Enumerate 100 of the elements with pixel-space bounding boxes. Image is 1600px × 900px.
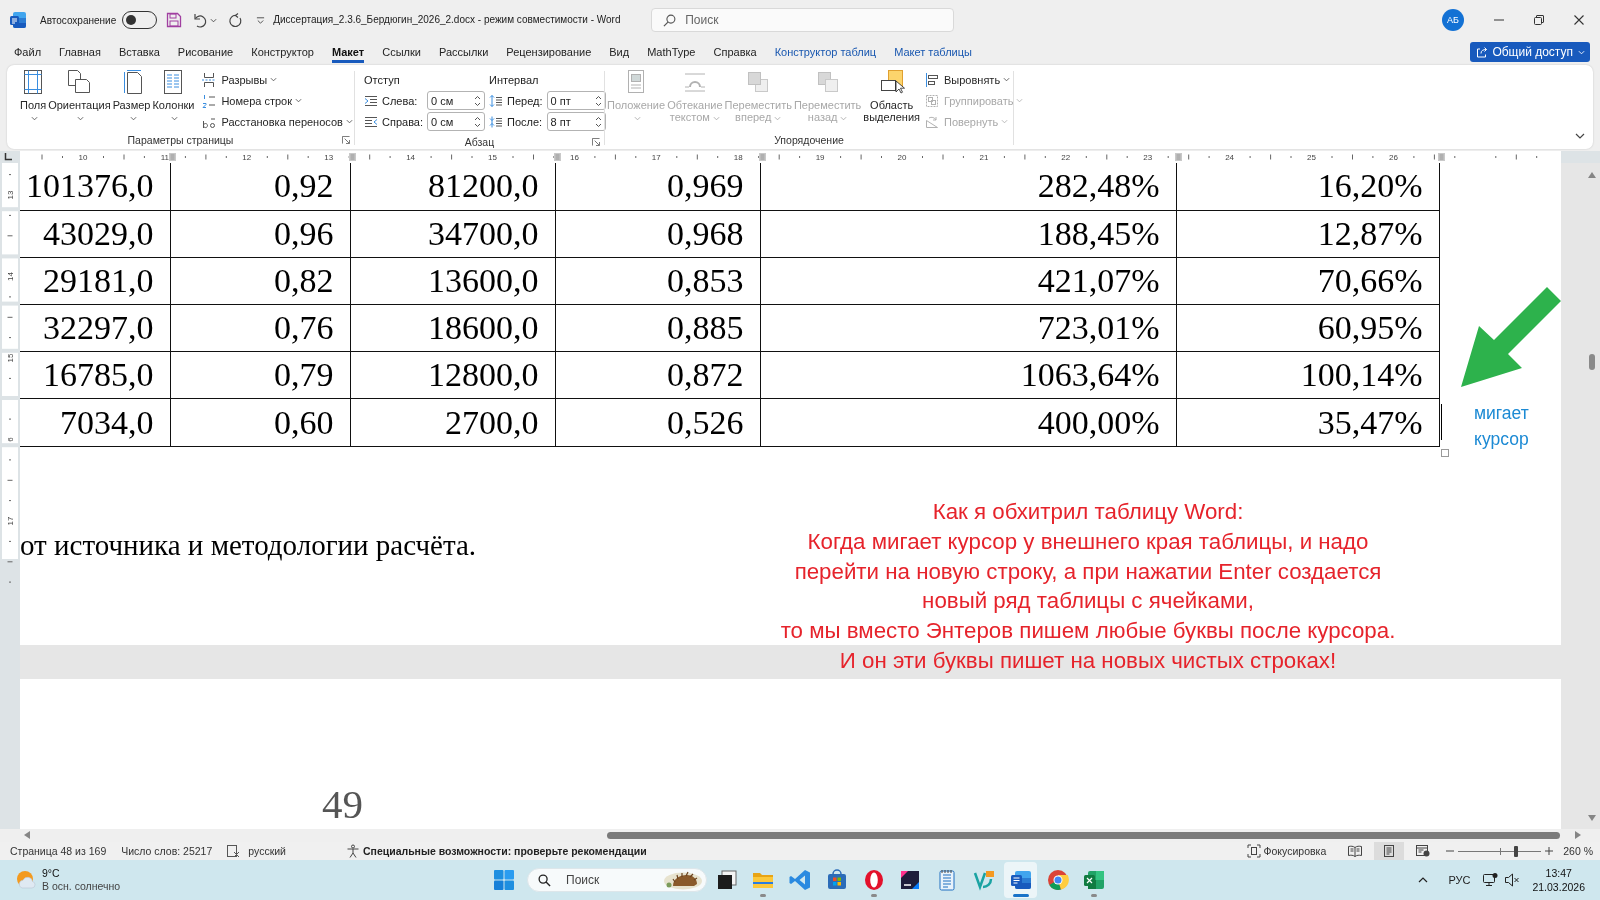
spin-field[interactable]: 0 см	[427, 112, 486, 131]
column-marker-icon[interactable]	[759, 153, 766, 161]
annotation-note: мигает курсор	[1474, 402, 1529, 451]
close-icon[interactable]	[1573, 14, 1585, 26]
scroll-up-icon[interactable]	[1588, 172, 1596, 178]
ruler-number: 17	[651, 153, 661, 162]
row-marker-icon[interactable]	[2, 348, 18, 353]
ribbon-tab[interactable]: Конструктор	[242, 40, 323, 64]
row-marker-icon[interactable]	[2, 443, 18, 448]
column-marker-icon[interactable]	[1438, 153, 1445, 161]
clock-date[interactable]: 21.03.2026	[1532, 880, 1585, 894]
page-count[interactable]: Страница 48 из 169	[10, 845, 107, 857]
row-marker-icon[interactable]	[2, 207, 18, 212]
size-button[interactable]: Размер	[111, 67, 152, 123]
breaks-button[interactable]: Разрывы	[200, 69, 355, 90]
spin-arrows-icon[interactable]	[474, 114, 482, 129]
spin-arrows-icon[interactable]	[594, 93, 602, 108]
document-logo-icon	[1009, 869, 1032, 891]
columns-button[interactable]: Колонки	[151, 67, 196, 123]
ribbon-tab[interactable]: Рассылки	[429, 40, 498, 64]
column-marker-icon[interactable]	[349, 153, 356, 161]
row-marker-icon[interactable]	[2, 254, 18, 259]
vertical-ruler[interactable]: 13 14 15 6 17	[0, 163, 20, 829]
search-field[interactable]: Поиск	[651, 8, 955, 32]
group-icon	[925, 93, 939, 108]
input-language[interactable]: РУС	[1448, 874, 1471, 886]
chevron-down-icon	[840, 115, 848, 121]
align-button[interactable]: Выровнять	[923, 69, 1026, 90]
caret-icon[interactable]	[210, 17, 218, 23]
text-cursor	[1441, 404, 1442, 440]
dialog-launcher-icon[interactable]	[342, 136, 350, 144]
accessibility-status[interactable]: Специальные возможности: проверьте рекомендации	[362, 845, 647, 857]
proofing-icon[interactable]	[226, 844, 241, 858]
word-count[interactable]: Число слов: 25217	[121, 845, 213, 857]
chevron-down-icon	[77, 115, 85, 121]
clock-time[interactable]: 13:47	[1545, 866, 1572, 880]
scroll-left-icon[interactable]	[24, 831, 30, 839]
start-icon[interactable]	[493, 869, 515, 891]
chevron-down-icon	[1001, 119, 1009, 124]
speaker-muted-icon[interactable]	[1504, 872, 1521, 888]
scroll-down-icon[interactable]	[1588, 815, 1596, 821]
undo-icon[interactable]	[191, 12, 208, 28]
ribbon-tab[interactable]: Вид	[600, 40, 639, 64]
share-button[interactable]: Общий доступ	[1470, 42, 1590, 62]
zoom-level[interactable]: 260 %	[1563, 845, 1593, 857]
scroll-right-icon[interactable]	[1575, 831, 1581, 839]
share-icon	[1476, 46, 1489, 58]
ribbon-tab[interactable]: Рисование	[168, 40, 243, 64]
scrollbar-thumb[interactable]	[607, 832, 1560, 839]
collapse-ribbon-icon[interactable]	[1575, 133, 1585, 139]
column-marker-icon[interactable]	[1175, 153, 1182, 161]
ribbon-tab[interactable]: Рецензирование	[497, 40, 601, 64]
network-icon[interactable]	[1482, 872, 1499, 888]
ribbon-tab[interactable]: Вставка	[109, 40, 169, 64]
ribbon-tab[interactable]: Файл	[5, 40, 51, 64]
chevron-up-icon[interactable]	[1418, 877, 1429, 883]
focus-button[interactable]: Фокусировка	[1263, 845, 1327, 857]
rotate-icon	[925, 114, 939, 129]
tab-selector-icon[interactable]	[4, 153, 12, 161]
print-layout-button[interactable]	[1374, 842, 1405, 860]
spin-arrows-icon[interactable]	[474, 93, 482, 108]
spin-arrows-icon[interactable]	[594, 114, 602, 129]
save-icon[interactable]	[166, 12, 183, 28]
column-marker-icon[interactable]	[169, 153, 176, 161]
restore-icon[interactable]	[1533, 14, 1545, 26]
row-marker-icon[interactable]	[2, 396, 18, 400]
user-avatar[interactable]: АБ	[1442, 9, 1464, 31]
zoom-out-icon[interactable]	[1446, 847, 1455, 855]
temperature-text: 9°C	[42, 867, 61, 880]
language-indicator[interactable]: русский	[248, 845, 286, 857]
margins-button[interactable]: Поля	[19, 67, 48, 123]
ring-logo-icon	[862, 869, 885, 891]
ribbon-tab[interactable]: Конструктор таблиц	[765, 40, 886, 64]
row-marker-icon[interactable]	[2, 301, 18, 306]
table-cell: 188,45%	[760, 210, 1176, 258]
spin-field[interactable]: 0 см	[427, 91, 486, 110]
orientation-button[interactable]: Ориентация	[47, 67, 112, 123]
ribbon-tab[interactable]: MathType	[638, 40, 705, 64]
ribbon-tab[interactable]: Главная	[50, 40, 110, 64]
column-marker-icon[interactable]	[554, 153, 561, 161]
horizontal-ruler[interactable]: 10 11 12 13 14 15 16 17 18 19 20 21 22 23 24 25 26	[20, 151, 1561, 163]
hyphenation-button[interactable]: Расстановка переносов	[200, 111, 355, 132]
search-icon	[538, 873, 551, 887]
customize-icon[interactable]	[256, 15, 266, 25]
selection-pane-button[interactable]: Область выделения	[862, 67, 921, 123]
ribbon-tab[interactable]: Ссылки	[373, 40, 430, 64]
table-cell: 70,66%	[1176, 257, 1439, 305]
ribbon-tab[interactable]: Макет таблицы	[885, 40, 981, 64]
taskbar-search-field[interactable]: Поиск	[527, 868, 707, 892]
scrollbar-thumb[interactable]	[1589, 354, 1595, 370]
annotation-text: то мы вместо Энтеров пишем любые буквы после курсора.	[780, 617, 1396, 646]
slider-thumb[interactable]	[1514, 845, 1519, 857]
line-numbers-button[interactable]: Номера строк	[200, 90, 355, 111]
dialog-launcher-icon[interactable]	[592, 138, 600, 147]
accessibility-icon[interactable]	[345, 844, 360, 858]
chevron-down-icon	[31, 115, 39, 121]
redo-icon[interactable]	[227, 12, 244, 28]
ribbon-tab[interactable]: Справка	[704, 40, 766, 64]
table-resize-handle[interactable]	[1441, 449, 1449, 457]
zoom-in-icon[interactable]	[1545, 847, 1554, 855]
